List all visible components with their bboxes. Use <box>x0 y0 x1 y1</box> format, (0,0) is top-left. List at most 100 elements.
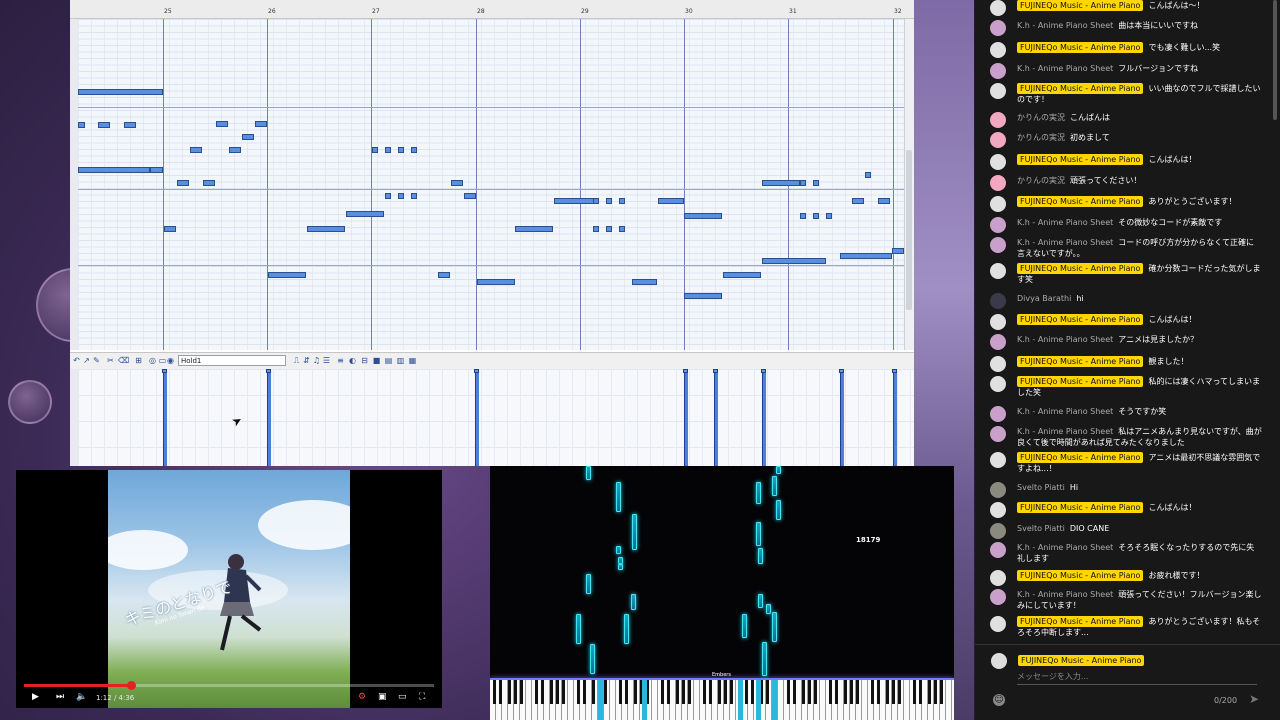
chat-author[interactable]: K.h - Anime Piano Sheet <box>1017 335 1113 344</box>
user-avatar[interactable] <box>990 293 1006 309</box>
midi-note[interactable] <box>826 213 832 219</box>
velocity-handle[interactable] <box>683 369 688 373</box>
velocity-handle[interactable] <box>713 369 718 373</box>
midi-note[interactable] <box>398 193 404 199</box>
chat-author[interactable]: FUJINEQo Music - Anime Piano <box>1017 502 1144 513</box>
midi-note[interactable] <box>451 180 463 186</box>
next-icon[interactable]: ⏭ <box>56 692 64 702</box>
midi-note[interactable] <box>892 248 904 254</box>
user-avatar[interactable] <box>990 42 1006 58</box>
chat-author[interactable]: FUJINEQo Music - Anime Piano <box>1017 0 1144 11</box>
midi-note[interactable] <box>464 193 476 199</box>
list-icon[interactable]: ☰ <box>322 356 331 365</box>
eraser-icon[interactable]: ⌫ <box>118 356 129 365</box>
chat-author[interactable]: かりんの実況 <box>1017 176 1065 185</box>
zoom-icon[interactable]: ◎ <box>148 356 157 365</box>
midi-note[interactable] <box>684 213 722 219</box>
midi-note[interactable] <box>658 198 684 204</box>
chat-author[interactable]: FUJINEQo Music - Anime Piano <box>1017 42 1144 53</box>
midi-note[interactable] <box>477 279 515 285</box>
velocity-handle[interactable] <box>892 369 897 373</box>
user-avatar[interactable] <box>990 175 1006 191</box>
midi-note[interactable] <box>813 213 819 219</box>
quantize-icon[interactable]: ⎍ <box>292 356 301 365</box>
chat-author[interactable]: FUJINEQo Music - Anime Piano <box>1017 452 1144 463</box>
midi-note[interactable] <box>255 121 267 127</box>
user-avatar[interactable] <box>990 132 1006 148</box>
midi-note[interactable] <box>124 122 136 128</box>
user-avatar[interactable] <box>990 542 1006 558</box>
chat-author[interactable]: FUJINEQo Music - Anime Piano <box>1017 154 1144 165</box>
midi-note[interactable] <box>723 272 761 278</box>
chat-scrollbar[interactable] <box>1273 0 1277 120</box>
midi-note[interactable] <box>385 147 391 153</box>
color-icon[interactable]: ◉ <box>166 356 175 365</box>
midi-note[interactable] <box>98 122 110 128</box>
send-icon[interactable]: ➤ <box>1249 692 1259 706</box>
velocity-bar[interactable] <box>267 371 271 466</box>
undo-icon[interactable]: ↶ <box>72 356 81 365</box>
user-avatar[interactable] <box>990 314 1006 330</box>
midi-note[interactable] <box>762 180 800 186</box>
midi-note[interactable] <box>878 198 890 204</box>
chat-author[interactable]: K.h - Anime Piano Sheet <box>1017 218 1113 227</box>
grid-icon[interactable]: ⊞ <box>134 356 143 365</box>
user-avatar[interactable] <box>990 20 1006 36</box>
chat-author[interactable]: K.h - Anime Piano Sheet <box>1017 21 1113 30</box>
user-avatar[interactable] <box>990 589 1006 605</box>
emoji-icon[interactable]: ☺ <box>993 694 1005 706</box>
theater-icon[interactable]: ▭ <box>398 692 407 702</box>
mixer-icon[interactable]: ▥ <box>396 356 405 365</box>
midi-note[interactable] <box>800 180 806 186</box>
video-progress-bar[interactable] <box>24 681 434 690</box>
chat-author[interactable]: FUJINEQo Music - Anime Piano <box>1017 616 1144 627</box>
select-icon[interactable]: ↗ <box>82 356 91 365</box>
midi-note[interactable] <box>865 172 871 178</box>
chat-author[interactable]: K.h - Anime Piano Sheet <box>1017 590 1113 599</box>
volume-icon[interactable]: 🔈 <box>76 692 87 702</box>
midi-note[interactable] <box>372 147 378 153</box>
user-avatar[interactable] <box>990 426 1006 442</box>
midi-note[interactable] <box>203 180 215 186</box>
velocity-handle[interactable] <box>266 369 271 373</box>
midi-note[interactable] <box>385 193 391 199</box>
pencil-icon[interactable]: ✎ <box>92 356 101 365</box>
user-avatar[interactable] <box>990 570 1006 586</box>
chat-author[interactable]: K.h - Anime Piano Sheet <box>1017 543 1113 552</box>
midi-note[interactable] <box>229 147 241 153</box>
midi-note[interactable] <box>619 226 625 232</box>
midi-note[interactable] <box>593 198 599 204</box>
user-avatar[interactable] <box>990 112 1006 128</box>
midi-note[interactable] <box>606 198 612 204</box>
menu-icon[interactable]: ≡ <box>336 356 345 365</box>
midi-note[interactable] <box>307 226 345 232</box>
transpose-icon[interactable]: ⇵ <box>302 356 311 365</box>
midi-note[interactable] <box>78 89 163 95</box>
meter-icon[interactable]: ▦ <box>408 356 417 365</box>
play-icon[interactable]: ▶ <box>32 692 39 702</box>
miniplayer-icon[interactable]: ▣ <box>378 692 387 702</box>
piano-roll-grid[interactable] <box>78 19 904 350</box>
velocity-bar[interactable] <box>684 371 688 466</box>
midi-note[interactable] <box>216 121 228 127</box>
chat-author[interactable]: FUJINEQo Music - Anime Piano <box>1017 196 1144 207</box>
midi-note[interactable] <box>78 167 150 173</box>
midi-note[interactable] <box>438 272 450 278</box>
user-avatar[interactable] <box>990 334 1006 350</box>
midi-note[interactable] <box>606 226 612 232</box>
velocity-handle[interactable] <box>474 369 479 373</box>
record-icon[interactable]: ■ <box>372 356 381 365</box>
chat-author[interactable]: Svelto Piatti <box>1017 524 1065 533</box>
midi-note[interactable] <box>619 198 625 204</box>
user-avatar[interactable] <box>990 452 1006 468</box>
user-avatar[interactable] <box>990 616 1006 632</box>
velocity-bar[interactable] <box>762 371 766 466</box>
user-avatar[interactable] <box>990 356 1006 372</box>
midi-note[interactable] <box>411 147 417 153</box>
chat-author[interactable]: FUJINEQo Music - Anime Piano <box>1017 356 1144 367</box>
velocity-editor[interactable] <box>78 369 914 466</box>
midi-note[interactable] <box>632 279 657 285</box>
chat-author[interactable]: K.h - Anime Piano Sheet <box>1017 238 1113 247</box>
midi-note[interactable] <box>268 272 306 278</box>
fullscreen-icon[interactable]: ⛶ <box>419 692 425 702</box>
